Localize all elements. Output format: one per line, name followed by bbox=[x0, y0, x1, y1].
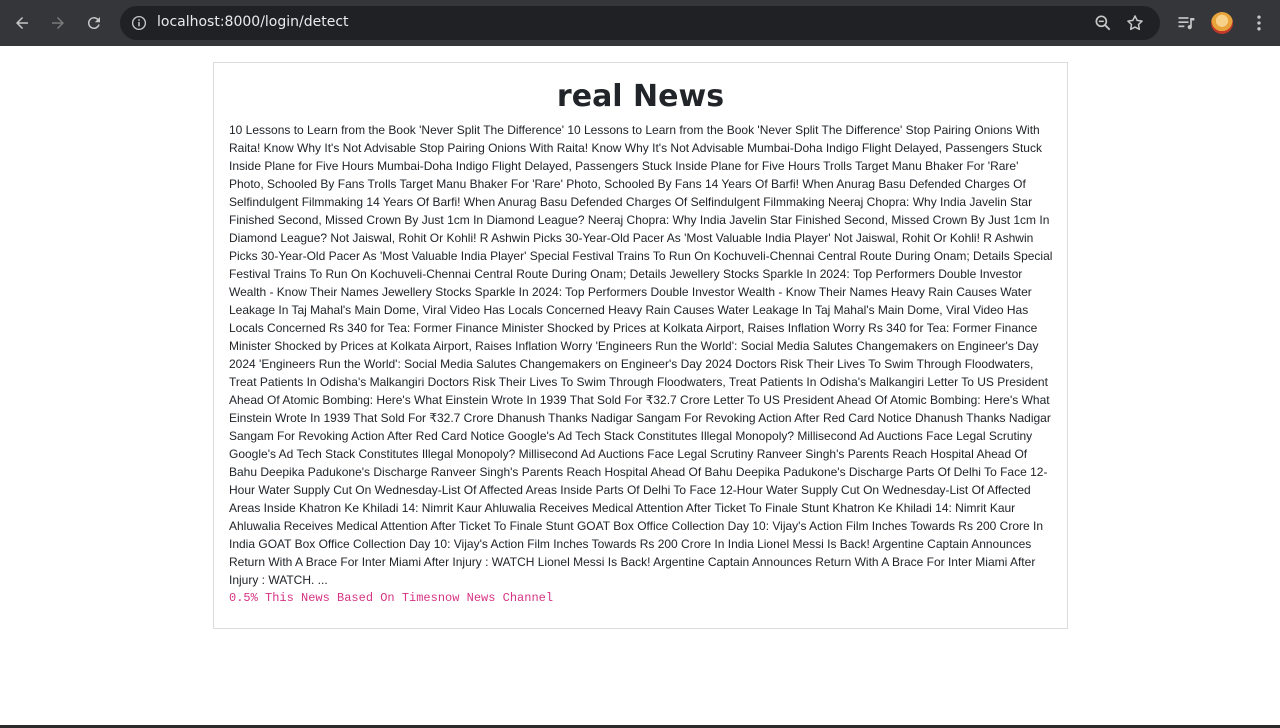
zoom-icon[interactable] bbox=[1093, 13, 1113, 33]
detection-result: 0.5% This News Based On Timesnow News Ch… bbox=[229, 591, 554, 605]
browser-toolbar: localhost:8000/login/detect bbox=[0, 0, 1280, 46]
back-button[interactable] bbox=[8, 9, 36, 37]
arrow-right-icon bbox=[52, 17, 64, 29]
star-icon[interactable] bbox=[1125, 13, 1145, 33]
avatar[interactable] bbox=[1211, 12, 1233, 34]
media-controls-icon[interactable] bbox=[1176, 13, 1196, 33]
url-text[interactable]: localhost:8000/login/detect bbox=[157, 14, 349, 30]
address-bar[interactable]: localhost:8000/login/detect bbox=[120, 6, 1160, 40]
reload-icon bbox=[87, 17, 100, 30]
info-icon[interactable] bbox=[128, 12, 150, 34]
news-card: real News 10 Lessons to Learn from the B… bbox=[213, 62, 1068, 629]
arrow-left-icon bbox=[16, 17, 28, 29]
reload-button[interactable] bbox=[80, 9, 108, 37]
page-title: real News bbox=[556, 79, 725, 114]
kebab-menu-icon[interactable] bbox=[1249, 13, 1269, 33]
news-article-text: 10 Lessons to Learn from the Book 'Never… bbox=[229, 123, 1053, 587]
forward-button[interactable] bbox=[44, 9, 72, 37]
